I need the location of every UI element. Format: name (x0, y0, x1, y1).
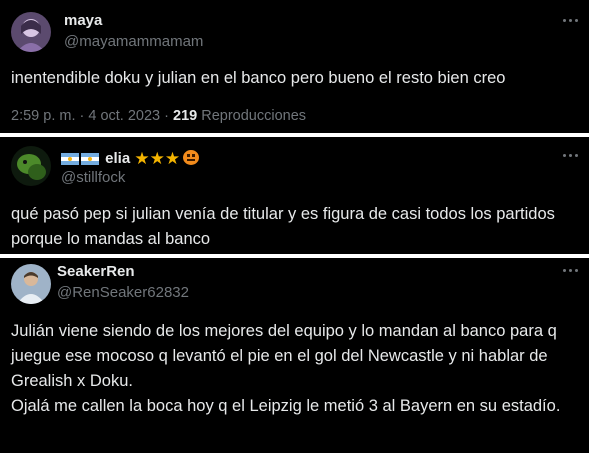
display-name: elia (105, 150, 131, 167)
display-name[interactable]: SeakerRen (57, 263, 135, 280)
star-emoji-icon: ★★★ (134, 149, 181, 168)
user-handle[interactable]: @mayamammamam (64, 33, 203, 50)
user-handle[interactable]: @RenSeaker62832 (57, 284, 189, 301)
more-options-icon[interactable] (561, 149, 581, 163)
display-name[interactable]: maya (64, 12, 102, 29)
user-handle[interactable]: @stillfock (61, 169, 125, 186)
tweet-meta: 2:59 p. m. · 4 oct. 2023 · 219 Reproducc… (11, 108, 306, 124)
avatar[interactable] (11, 12, 51, 52)
argentina-flag-icon (81, 153, 99, 166)
tweet-text: Julián viene siendo de los mejores del e… (11, 322, 561, 415)
tweet-maya: maya @mayamammamam inentendible doku y j… (0, 0, 589, 133)
tweet-text: qué pasó pep si julian venía de titular … (11, 205, 560, 248)
more-options-icon[interactable] (561, 14, 581, 28)
argentina-flag-icon (61, 153, 79, 166)
display-name-row[interactable]: elia ★★★ (61, 149, 200, 169)
avatar[interactable] (11, 146, 51, 186)
tweet-seakerren: SeakerRen @RenSeaker62832 Julián viene s… (0, 258, 589, 453)
timestamp[interactable]: 2:59 p. m. · 4 oct. 2023 · (11, 108, 173, 124)
views-count: 219 (173, 108, 198, 124)
jack-o-lantern-icon (183, 150, 200, 165)
more-options-icon[interactable] (561, 264, 581, 278)
tweet-elia: elia ★★★ @stillfock qué pasó pep si juli… (0, 137, 589, 254)
avatar[interactable] (11, 264, 51, 304)
tweet-text: inentendible doku y julian en el banco p… (11, 69, 506, 87)
views-label: Reproducciones (197, 108, 307, 124)
